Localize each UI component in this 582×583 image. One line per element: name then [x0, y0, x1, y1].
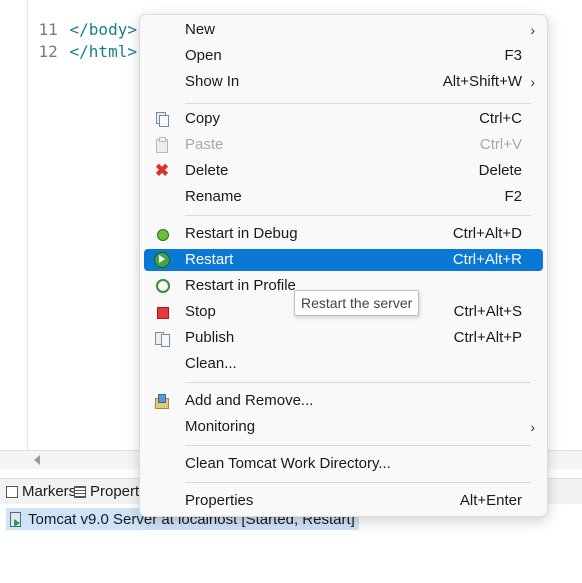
menu-item-shortcut: F2	[504, 188, 522, 205]
menu-item-shortcut: Ctrl+Alt+S	[453, 303, 522, 320]
markers-icon	[6, 485, 18, 498]
tab-properties[interactable]: Propert	[74, 483, 139, 500]
menu-separator	[185, 215, 531, 216]
menu-item-clean[interactable]: Clean...	[144, 353, 543, 375]
menu-item-label: Restart in Debug	[185, 225, 298, 242]
scroll-left-icon[interactable]	[34, 455, 40, 465]
tooltip: Restart the server	[294, 290, 420, 316]
line-number: 12	[38, 42, 58, 61]
menu-item-show-in[interactable]: Show In Alt+Shift+W ›	[144, 71, 543, 93]
menu-item-label: Restart	[185, 251, 234, 268]
delete-icon: ✖	[154, 161, 170, 180]
menu-separator	[185, 382, 531, 383]
menu-item-clean-tomcat-work-directory[interactable]: Clean Tomcat Work Directory...	[144, 453, 543, 475]
menu-item-shortcut: Ctrl+Alt+R	[452, 251, 522, 268]
menu-item-shortcut: F3	[504, 47, 522, 64]
profile-icon	[156, 279, 170, 293]
context-menu: New › Open F3 Show In Alt+Shift+W › Copy…	[139, 14, 548, 517]
menu-item-properties[interactable]: Properties Alt+Enter	[144, 490, 543, 512]
menu-item-label: Delete	[185, 162, 229, 179]
menu-item-add-and-remove[interactable]: Add and Remove...	[144, 390, 543, 412]
menu-item-label: Copy	[185, 110, 221, 127]
restart-icon	[154, 252, 170, 268]
menu-item-label: Properties	[185, 492, 254, 509]
tab-label: Propert	[90, 483, 140, 500]
menu-item-shortcut: Ctrl+Alt+D	[452, 225, 522, 242]
menu-item-label: Stop	[185, 303, 216, 320]
menu-item-label: Show In	[185, 73, 240, 90]
server-started-icon	[8, 511, 22, 527]
publish-icon	[154, 330, 170, 347]
menu-item-label: Rename	[185, 188, 242, 205]
chevron-right-icon: ›	[530, 74, 535, 90]
menu-item-shortcut: Alt+Shift+W	[442, 73, 522, 90]
code-text: </html>	[69, 42, 137, 61]
menu-item-shortcut: Alt+Enter	[459, 492, 522, 509]
menu-item-delete[interactable]: ✖ Delete Delete	[144, 160, 543, 182]
menu-separator	[185, 445, 531, 446]
menu-item-label: Add and Remove...	[185, 392, 314, 409]
menu-item-label: Clean Tomcat Work Directory...	[185, 455, 391, 472]
menu-item-shortcut: Ctrl+V	[479, 136, 522, 153]
menu-item-label: Publish	[185, 329, 235, 346]
menu-item-restart[interactable]: Restart Ctrl+Alt+R	[144, 249, 543, 271]
menu-item-shortcut: Delete	[478, 162, 522, 179]
menu-item-copy[interactable]: Copy Ctrl+C	[144, 108, 543, 130]
properties-icon	[74, 485, 86, 498]
chevron-right-icon: ›	[530, 419, 535, 435]
menu-item-label: Restart in Profile	[185, 277, 296, 294]
debug-icon	[157, 229, 169, 241]
tab-markers[interactable]: Markers	[6, 483, 76, 500]
paste-icon	[154, 137, 170, 153]
menu-separator	[185, 103, 531, 104]
tab-label: Markers	[22, 483, 77, 500]
menu-item-label: New	[185, 21, 216, 38]
menu-item-monitoring[interactable]: Monitoring ›	[144, 416, 543, 438]
menu-item-label: Open	[185, 47, 222, 64]
code-line: 12 </html>	[0, 19, 137, 61]
menu-separator	[185, 482, 531, 483]
menu-item-rename[interactable]: Rename F2	[144, 186, 543, 208]
menu-item-open[interactable]: Open F3	[144, 45, 543, 67]
stop-icon	[154, 304, 170, 320]
menu-item-publish[interactable]: Publish Ctrl+Alt+P	[144, 327, 543, 349]
menu-item-restart-in-debug[interactable]: Restart in Debug Ctrl+Alt+D	[144, 223, 543, 245]
code-line: 11 </body>	[0, 0, 137, 39]
menu-item-shortcut: Ctrl+C	[479, 110, 522, 127]
menu-item-shortcut: Ctrl+Alt+P	[453, 329, 522, 346]
menu-item-paste: Paste Ctrl+V	[144, 134, 543, 156]
menu-item-new[interactable]: New ›	[144, 19, 543, 41]
menu-item-label: Clean...	[185, 355, 237, 372]
chevron-right-icon: ›	[530, 22, 535, 38]
add-remove-icon	[154, 393, 170, 409]
menu-item-label: Monitoring	[185, 418, 256, 435]
menu-item-label: Paste	[185, 136, 224, 153]
copy-icon	[154, 111, 170, 127]
